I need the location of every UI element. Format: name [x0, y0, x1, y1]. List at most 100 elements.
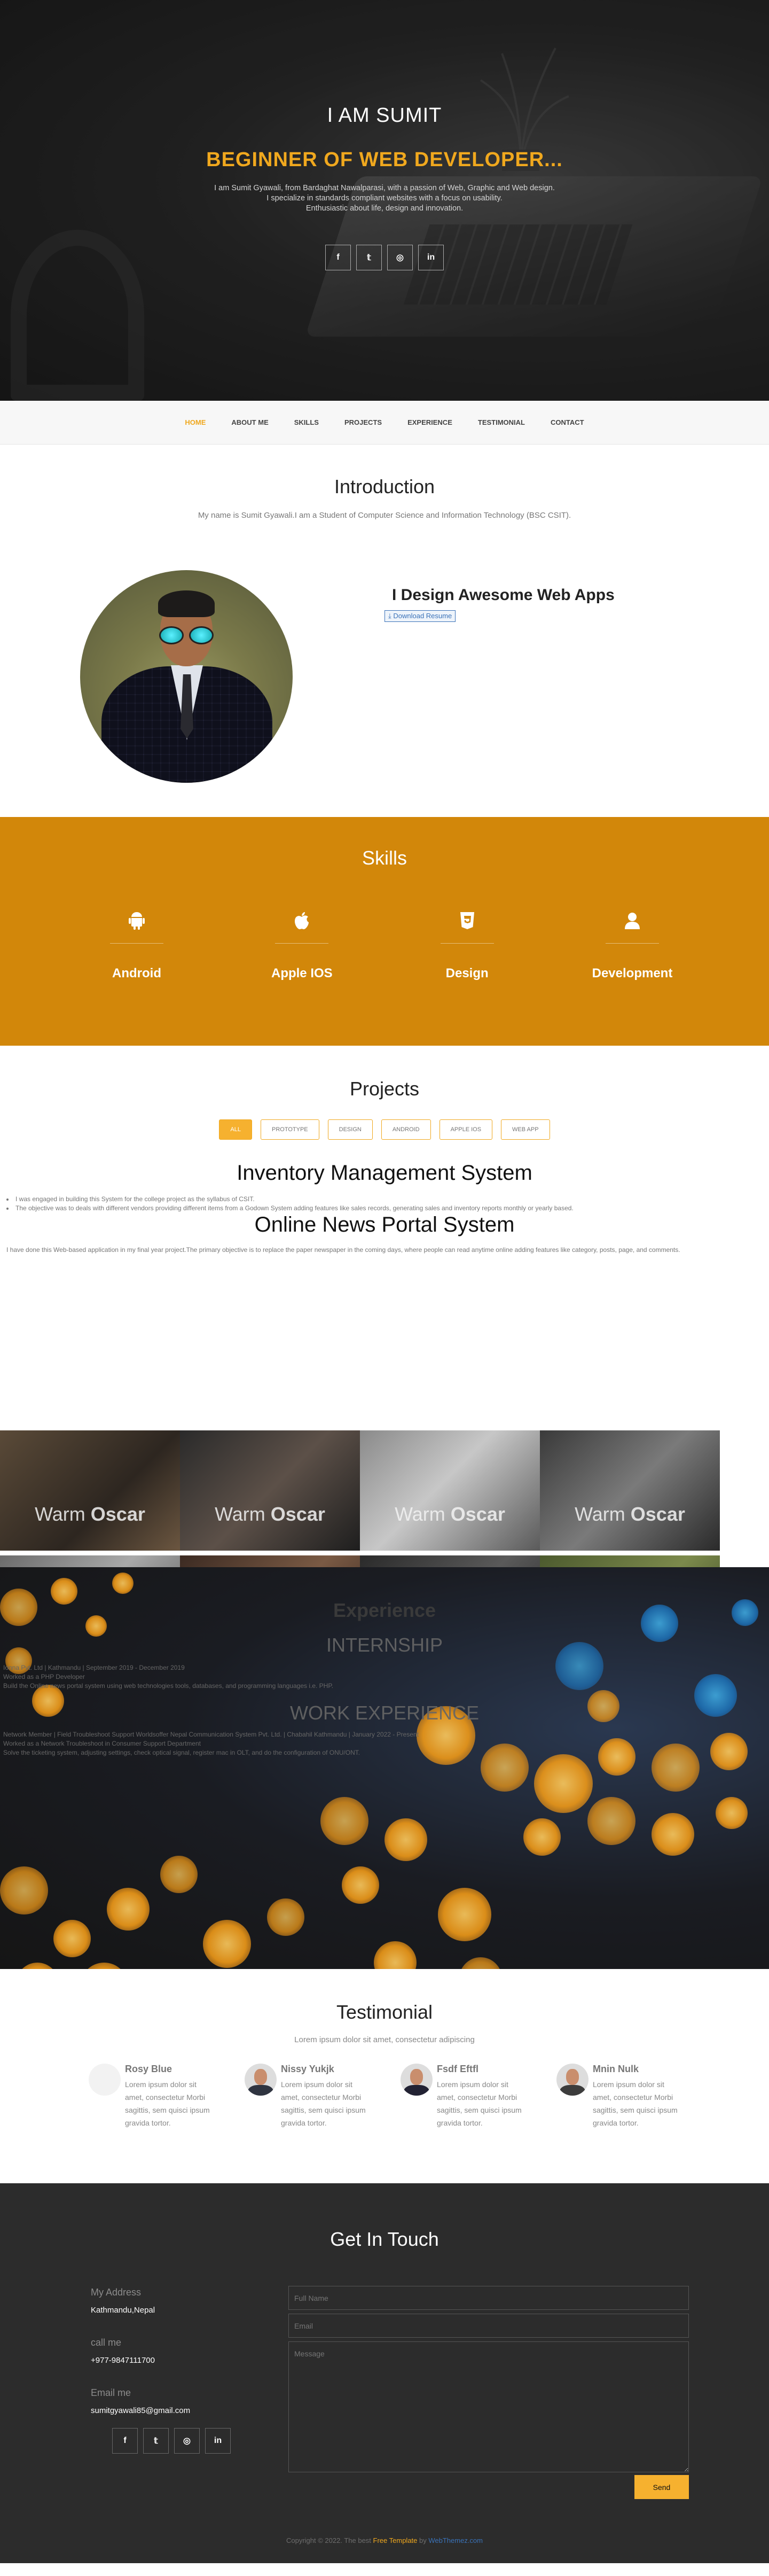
intro-section: Introduction My name is Sumit Gyawali.I …	[0, 445, 769, 817]
skills-row: Android Apple IOS Design Development	[83, 907, 686, 981]
android-icon	[83, 907, 190, 935]
testimonial-card: Rosy Blue Lorem ipsum dolor sit amet, co…	[89, 2064, 213, 2129]
contact-info: My Address Kathmandu,Nepal call me +977-…	[91, 2287, 190, 2438]
main-nav: HOME ABOUT ME SKILLS PROJECTS EXPERIENCE…	[0, 401, 769, 445]
html5-icon	[414, 907, 521, 935]
skills-title: Skills	[362, 847, 407, 869]
experience-section: Experience INTERNSHIP Ionna Pvt. Ltd | K…	[0, 1567, 769, 1969]
design-title: I Design Awesome Web Apps	[392, 586, 615, 604]
avatar	[89, 2064, 121, 2096]
nav-home[interactable]: HOME	[185, 418, 206, 426]
twitter-icon[interactable]: 𝕥	[356, 245, 382, 270]
fullname-field[interactable]	[288, 2286, 689, 2310]
tile-label-b: Oscar	[630, 1503, 685, 1525]
tile-label-b: Oscar	[450, 1503, 505, 1525]
nav-skills[interactable]: SKILLS	[294, 418, 319, 426]
tile-label-a: Warm	[215, 1503, 265, 1525]
skill-divider	[605, 943, 659, 944]
project-bullets: I was engaged in building this System fo…	[0, 1195, 769, 1213]
avatar	[245, 2064, 277, 2096]
filter-prototype[interactable]: PROTOTYPE	[260, 1119, 319, 1140]
download-label: Download Resume	[393, 612, 452, 620]
email-field[interactable]	[288, 2314, 689, 2338]
nav-testimonial[interactable]: TESTIMONIAL	[478, 418, 525, 426]
send-button[interactable]: Send	[634, 2475, 689, 2499]
testimonial-card: Mnin Nulk Lorem ipsum dolor sit amet, co…	[556, 2064, 680, 2129]
footer-webthemez-link[interactable]: WebThemez.com	[428, 2536, 483, 2544]
linkedin-icon[interactable]: in	[418, 245, 444, 270]
tile-label-a: Warm	[35, 1503, 85, 1525]
hero-name: I AM SUMIT	[327, 104, 442, 127]
testimonial-name: Rosy Blue	[125, 2064, 172, 2074]
project-bullet: I have done this Web-based application i…	[6, 1246, 680, 1254]
footer-prefix: Copyright © 2022. The best	[286, 2536, 373, 2544]
contact-section: Get In Touch My Address Kathmandu,Nepal …	[0, 2183, 769, 2510]
filter-web-app[interactable]: WEB APP	[501, 1119, 550, 1140]
testimonial-title: Testimonial	[336, 2001, 433, 2023]
nav-contact[interactable]: CONTACT	[551, 418, 584, 426]
intro-title: Introduction	[334, 476, 435, 497]
nav-experience[interactable]: EXPERIENCE	[407, 418, 452, 426]
footer-middle: by	[417, 2536, 429, 2544]
filter-design[interactable]: DESIGN	[327, 1119, 373, 1140]
skill-development: Development	[579, 907, 686, 981]
profile-photo	[80, 570, 293, 783]
filter-android[interactable]: ANDROID	[381, 1119, 431, 1140]
nav-about[interactable]: ABOUT ME	[231, 418, 268, 426]
project-filters: ALL PROTOTYPE DESIGN ANDROID APPLE IOS W…	[0, 1119, 769, 1140]
instagram-icon[interactable]: ◎	[174, 2428, 200, 2454]
download-resume-button[interactable]: ⤓ Download Resume	[384, 610, 456, 622]
testimonial-card: Fsdf Eftfl Lorem ipsum dolor sit amet, c…	[401, 2064, 524, 2129]
portfolio-gallery: Warm Oscar Warm Oscar Warm Oscar Warm Os…	[0, 1430, 720, 1551]
hero-desc-line: Enthusiastic about life, design and inno…	[305, 204, 464, 213]
work-item: Worked as a Network Troubleshoot in Cons…	[3, 1739, 419, 1748]
email-value[interactable]: sumitgyawali85@gmail.com	[91, 2406, 190, 2415]
photo-glasses	[158, 626, 216, 645]
skill-name: Development	[592, 966, 673, 980]
portfolio-tile[interactable]: Warm Oscar	[0, 1430, 180, 1551]
nav-projects[interactable]: PROJECTS	[344, 418, 382, 426]
project-bullet: The objective was to deals with differen…	[6, 1204, 769, 1213]
message-field[interactable]	[288, 2341, 689, 2472]
hero-content: I AM SUMIT BEGINNER OF WEB DEVELOPER... …	[0, 104, 769, 270]
testimonial-subtitle: Lorem ipsum dolor sit amet, consectetur …	[294, 2035, 475, 2044]
project-bullets: I have done this Web-based application i…	[0, 1246, 769, 1255]
call-label: call me	[91, 2337, 122, 2348]
hero-description: I am Sumit Gyawali, from Bardaghat Nawal…	[0, 183, 769, 214]
twitter-icon[interactable]: 𝕥	[143, 2428, 169, 2454]
contact-form: Send	[288, 2286, 689, 2499]
phone-value: +977-9847111700	[91, 2356, 155, 2365]
tile-label-a: Warm	[575, 1503, 625, 1525]
tile-label: Warm Oscar	[540, 1503, 720, 1526]
photo-hair	[158, 590, 215, 617]
projects-section: Projects ALL PROTOTYPE DESIGN ANDROID AP…	[0, 1046, 769, 1567]
internship-list: Ionna Pvt. Ltd | Kathmandu | September 2…	[3, 1663, 333, 1691]
filter-all[interactable]: ALL	[219, 1119, 252, 1140]
user-icon	[579, 907, 686, 935]
portfolio-tile[interactable]: Warm Oscar	[180, 1430, 360, 1551]
tile-label: Warm Oscar	[360, 1503, 540, 1526]
portfolio-tile[interactable]: Warm Oscar	[360, 1430, 540, 1551]
skill-android: Android	[83, 907, 190, 981]
footer: Copyright © 2022. The best Free Template…	[0, 2510, 769, 2563]
portfolio-tile[interactable]: Warm Oscar	[540, 1430, 720, 1551]
facebook-icon[interactable]: f	[325, 245, 351, 270]
facebook-icon[interactable]: f	[112, 2428, 138, 2454]
intro-subtitle: My name is Sumit Gyawali.I am a Student …	[198, 511, 571, 520]
instagram-icon[interactable]: ◎	[387, 245, 413, 270]
testimonial-text: Lorem ipsum dolor sit amet, consectetur …	[437, 2080, 522, 2127]
filter-apple-ios[interactable]: APPLE IOS	[439, 1119, 493, 1140]
skill-ios: Apple IOS	[248, 907, 355, 981]
tile-label: Warm Oscar	[0, 1503, 180, 1526]
testimonial-text: Lorem ipsum dolor sit amet, consectetur …	[281, 2080, 366, 2127]
hero-section: I AM SUMIT BEGINNER OF WEB DEVELOPER... …	[0, 0, 769, 401]
address-value: Kathmandu,Nepal	[91, 2306, 155, 2315]
experience-content: Experience INTERNSHIP Ionna Pvt. Ltd | K…	[0, 1567, 769, 1969]
footer-template-link[interactable]: Free Template	[373, 2536, 418, 2544]
contact-social-links: f 𝕥 ◎ in	[112, 2428, 231, 2454]
internship-item: Ionna Pvt. Ltd | Kathmandu | September 2…	[3, 1663, 333, 1672]
testimonial-text: Lorem ipsum dolor sit amet, consectetur …	[593, 2080, 678, 2127]
avatar	[401, 2064, 433, 2096]
linkedin-icon[interactable]: in	[205, 2428, 231, 2454]
internship-heading: INTERNSHIP	[326, 1634, 443, 1656]
